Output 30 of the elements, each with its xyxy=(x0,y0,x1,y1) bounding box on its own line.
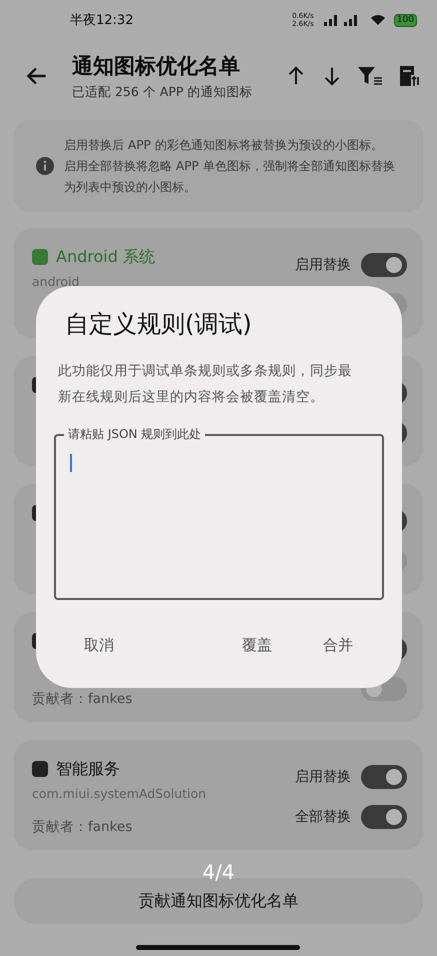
switch-label: 全部替换 xyxy=(295,808,351,826)
dialog-button[interactable]: 覆盖 xyxy=(230,632,284,659)
app-icon xyxy=(32,249,48,265)
text-cursor xyxy=(70,454,72,472)
toggle-switch[interactable] xyxy=(361,253,407,277)
app-name: Android 系统 xyxy=(56,246,155,268)
app-name: 智能服务 xyxy=(56,758,120,780)
toggle-switch[interactable] xyxy=(361,805,407,829)
dialog-title: 自定义规则(调试) xyxy=(65,309,253,340)
filter-icon[interactable] xyxy=(357,65,383,87)
page-subtitle: 已适配 256 个 APP 的通知图标 xyxy=(72,84,252,100)
toggle-switch[interactable] xyxy=(361,765,407,789)
info-icon xyxy=(36,157,54,175)
battery-icon: 100 xyxy=(394,14,417,26)
package-name: android xyxy=(32,273,80,291)
info-text: 启用替换后 APP 的彩色通知图标将被替换为预设的小图标。 xyxy=(64,136,384,154)
info-text: 启用全部替换将忽略 APP 单色图标，强制将全部通知图标替换为列表中预设的小图标。 xyxy=(64,158,396,196)
switch-label: 启用替换 xyxy=(295,256,351,274)
status-time: 半夜12:32 xyxy=(70,12,134,29)
switch-label: 启用替换 xyxy=(295,768,351,786)
dialog-button[interactable]: 合并 xyxy=(311,632,365,659)
sort-document-icon[interactable] xyxy=(397,64,421,88)
contributor-text: 贡献者：fankes xyxy=(32,818,134,836)
dialog-button[interactable]: 取消 xyxy=(72,632,126,659)
package-name: com.miui.systemAdSolution xyxy=(32,785,208,803)
app-icon xyxy=(32,761,48,777)
wifi-icon xyxy=(370,14,386,26)
dialog-description: 此功能仅用于调试单条规则或多条规则，同步最新在线规则后这里的内容将会被覆盖清空。 xyxy=(58,362,353,407)
page-title: 通知图标优化名单 xyxy=(72,52,241,80)
contributor-text: 贡献者：fankes xyxy=(32,690,134,708)
